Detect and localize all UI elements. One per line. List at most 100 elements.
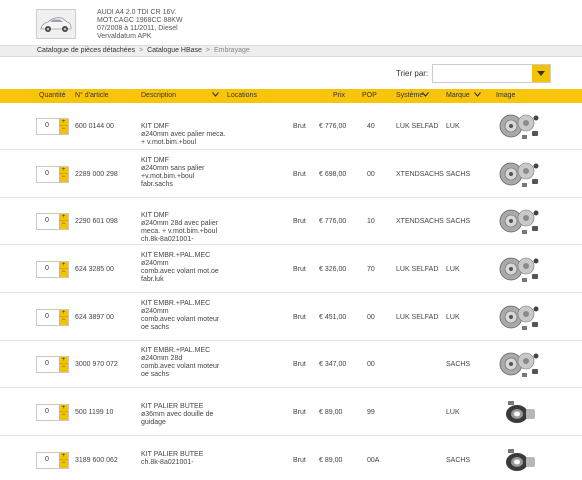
quantity-input[interactable]: 0 <box>45 170 49 177</box>
breadcrumb-link-hbase[interactable]: Catalogue HBase <box>147 47 202 54</box>
sort-select[interactable] <box>432 64 551 83</box>
price-type: Brut <box>293 361 306 368</box>
quantity-input[interactable]: 0 <box>45 456 49 463</box>
increment-icon[interactable]: + <box>59 167 68 174</box>
quantity-stepper[interactable]: 0 + − <box>36 118 69 135</box>
price-type: Brut <box>293 409 306 416</box>
column-header-prix[interactable]: Prix <box>333 92 345 99</box>
release-bearing-icon <box>506 401 535 423</box>
column-header-description-label: Description <box>141 92 177 99</box>
column-header-pop[interactable]: POP <box>362 92 377 99</box>
system-name: LUK SELFAD <box>396 314 439 321</box>
quantity-stepper[interactable]: 0 + − <box>36 309 69 326</box>
product-image[interactable] <box>496 253 542 287</box>
decrement-icon[interactable]: − <box>59 269 68 276</box>
chevron-down-icon[interactable] <box>474 92 481 99</box>
article-number: 2290 601 098 <box>75 218 118 225</box>
stepper-buttons[interactable]: + − <box>59 310 68 325</box>
column-header-description[interactable]: Description <box>141 92 176 99</box>
article-number: 624 3285 00 <box>75 266 114 273</box>
product-description: KIT DMF ø240mm avec palier meca. + v.mot.b… <box>141 123 225 147</box>
quantity-input[interactable]: 0 <box>45 313 49 320</box>
brand-name: SACHS <box>446 361 471 368</box>
sort-dropdown-button[interactable] <box>532 65 550 82</box>
quantity-input[interactable]: 0 <box>45 265 49 272</box>
product-description: KIT EMBR.+PAL.MEC ø240mm 28d comb.avec vol… <box>141 347 219 379</box>
stepper-buttons[interactable]: + − <box>59 357 68 372</box>
increment-icon[interactable]: + <box>59 119 68 126</box>
decrement-icon[interactable]: − <box>59 460 68 467</box>
column-header-marque[interactable]: Marque <box>446 92 470 99</box>
increment-icon[interactable]: + <box>59 214 68 221</box>
chevron-down-icon <box>537 71 545 76</box>
product-image[interactable] <box>496 444 542 478</box>
product-image[interactable] <box>496 110 542 144</box>
sort-label: Trier par: <box>396 69 429 78</box>
pop-code: 40 <box>367 123 375 130</box>
description-line: ø240mm sans palier <box>141 165 205 172</box>
vehicle-header: AUDI A4 2.0 TDI CR 16V. MOT.CAGC 1968CC … <box>0 0 582 45</box>
quantity-stepper[interactable]: 0 + − <box>36 166 69 183</box>
description-line: ø240mm 28d avec palier <box>141 220 219 227</box>
decrement-icon[interactable]: − <box>59 317 68 324</box>
quantity-stepper[interactable]: 0 + − <box>36 356 69 373</box>
description-line: ø240mm 28d <box>141 355 183 362</box>
chevron-down-icon[interactable] <box>422 92 429 99</box>
increment-icon[interactable]: + <box>59 453 68 460</box>
stepper-buttons[interactable]: + − <box>59 167 68 182</box>
price: € 347,00 <box>319 361 347 368</box>
product-image[interactable] <box>496 348 542 382</box>
chevron-down-icon[interactable] <box>212 92 219 99</box>
stepper-buttons[interactable]: + − <box>59 405 68 420</box>
quantity-stepper[interactable]: 0 + − <box>36 404 69 421</box>
vehicle-info: AUDI A4 2.0 TDI CR 16V. MOT.CAGC 1968CC … <box>97 9 183 41</box>
decrement-icon[interactable]: − <box>59 174 68 181</box>
clutch-kit-icon <box>499 114 539 139</box>
table-row: 0 + −2290 601 098 Brut € 776,00 10 XTENDSACHS S… <box>0 198 582 245</box>
increment-icon[interactable]: + <box>59 357 68 364</box>
column-header-systeme[interactable]: Système <box>396 92 423 99</box>
quantity-stepper[interactable]: 0 + − <box>36 261 69 278</box>
pop-code: 99 <box>367 409 375 416</box>
stepper-buttons[interactable]: + − <box>59 119 68 134</box>
brand-name: SACHS <box>446 171 471 178</box>
quantity-input[interactable]: 0 <box>45 360 49 367</box>
product-description: KIT DMF ø240mm sans palier +v.mot.bim.+bou… <box>141 157 204 189</box>
stepper-buttons[interactable]: + − <box>59 453 68 468</box>
quantity-stepper[interactable]: 0 + − <box>36 452 69 469</box>
table-row: 0 + −500 1199 10 Brut € 89,00 99 LUK KIT PALIER… <box>0 389 582 436</box>
breadcrumb-link-catalogue[interactable]: Catalogue de pièces détachées <box>37 47 135 54</box>
clutch-kit-icon <box>499 257 539 282</box>
decrement-icon[interactable]: − <box>59 126 68 133</box>
product-image[interactable] <box>496 158 542 192</box>
increment-icon[interactable]: + <box>59 405 68 412</box>
quantity-input[interactable]: 0 <box>45 217 49 224</box>
price: € 698,00 <box>319 171 347 178</box>
product-image[interactable] <box>496 205 542 239</box>
description-line: ø240mm <box>141 308 169 315</box>
decrement-icon[interactable]: − <box>59 221 68 228</box>
product-description: KIT PALIER BUTEE ø36mm avec douille de gui… <box>141 403 213 427</box>
increment-icon[interactable]: + <box>59 310 68 317</box>
product-image[interactable] <box>496 396 542 430</box>
car-thumbnail <box>36 9 76 39</box>
column-header-article[interactable]: N° d'article <box>75 92 109 99</box>
column-header-quantite[interactable]: Quantité <box>39 92 65 99</box>
stepper-buttons[interactable]: + − <box>59 262 68 277</box>
price-type: Brut <box>293 218 306 225</box>
decrement-icon[interactable]: − <box>59 364 68 371</box>
product-image[interactable] <box>496 301 542 335</box>
quantity-input[interactable]: 0 <box>45 122 49 129</box>
breadcrumb-current: Embrayage <box>213 47 250 54</box>
brand-name: LUK <box>446 123 460 130</box>
quantity-input[interactable]: 0 <box>45 408 49 415</box>
increment-icon[interactable]: + <box>59 262 68 269</box>
decrement-icon[interactable]: − <box>59 412 68 419</box>
quantity-stepper[interactable]: 0 + − <box>36 213 69 230</box>
pop-code: 00 <box>367 171 375 178</box>
column-header-locations[interactable]: Locations <box>227 92 257 99</box>
stepper-buttons[interactable]: + − <box>59 214 68 229</box>
column-header-image[interactable]: Image <box>496 92 515 99</box>
product-description: KIT DMF ø240mm 28d avec palier meca. + v.m… <box>141 212 218 244</box>
price-type: Brut <box>293 457 306 464</box>
